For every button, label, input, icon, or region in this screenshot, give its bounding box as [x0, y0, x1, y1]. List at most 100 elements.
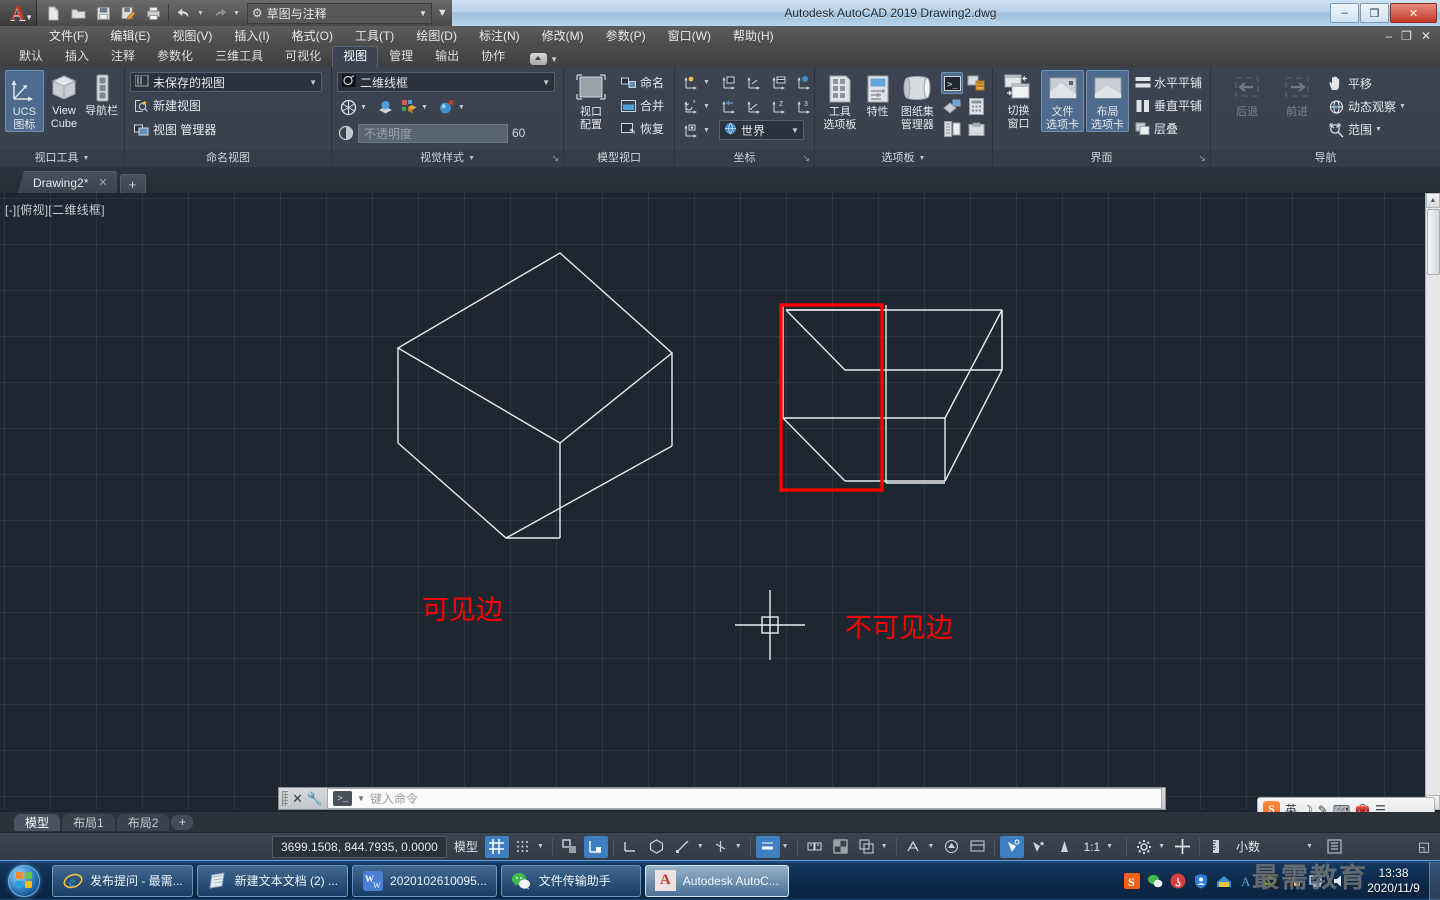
tab-annotate[interactable]: 注释 — [100, 46, 146, 67]
ucs-origin-button[interactable]: ▼ — [680, 120, 716, 141]
named-view-combo[interactable]: 未保存的视图 ▼ — [130, 72, 322, 92]
chevron-down-icon[interactable]: ▼ — [881, 843, 891, 850]
chevron-down-icon[interactable]: ▼ — [83, 150, 90, 167]
vertical-scrollbar[interactable]: ▲ ▼ — [1425, 193, 1440, 810]
command-input[interactable]: >_ ▼ 键入命令 — [327, 788, 1162, 809]
doc-restore-button[interactable]: ❐ — [1401, 29, 1412, 43]
annotation-visibility-toggle[interactable] — [803, 836, 827, 858]
chevron-down-icon[interactable]: ▼ — [360, 104, 370, 111]
lineweight-toggle[interactable] — [755, 835, 780, 858]
units-selector[interactable]: 小数 ▼ — [1231, 836, 1321, 858]
chevron-down-icon[interactable]: ▼ — [357, 794, 365, 803]
menu-draw[interactable]: 绘图(D) — [405, 26, 468, 46]
security-shield-icon[interactable] — [1192, 872, 1209, 889]
dialog-launcher-icon[interactable]: ↘ — [1198, 150, 1206, 167]
coordinate-display[interactable]: 3699.1508, 844.7935, 0.0000 — [272, 835, 447, 858]
opacity-slider[interactable]: 不透明度 — [358, 123, 508, 143]
menu-view[interactable]: 视图(V) — [161, 26, 223, 46]
undo-icon[interactable] — [172, 2, 196, 24]
show-desktop-button[interactable] — [1429, 861, 1440, 900]
save-icon[interactable] — [91, 2, 115, 24]
file-tab-drawing2[interactable]: Drawing2* ✕ — [18, 171, 117, 193]
taskbar-item-autocad[interactable]: A Autodesk AutoC... — [644, 864, 789, 897]
undo-dropdown-icon[interactable]: ▼ — [197, 10, 207, 17]
tab-default[interactable]: 默认 — [8, 46, 54, 67]
taskbar-item-notepad[interactable]: 新建文本文档 (2) ... — [196, 864, 349, 897]
customization-icon[interactable] — [1323, 836, 1347, 858]
menu-tools[interactable]: 工具(T) — [344, 26, 405, 46]
annotation-person-toggle[interactable] — [1052, 836, 1076, 858]
join-viewports-button[interactable]: 合并 — [617, 95, 667, 116]
annotation-star-toggle[interactable] — [1026, 836, 1050, 858]
menu-edit[interactable]: 编辑(E) — [99, 26, 161, 46]
tab-insert[interactable]: 插入 — [54, 46, 100, 67]
chevron-down-icon[interactable]: ▼ — [1158, 843, 1168, 850]
netease-music-icon[interactable] — [1169, 872, 1186, 889]
autodesk-icon[interactable]: A — [1238, 872, 1255, 889]
restore-button[interactable]: ❐ — [1360, 3, 1389, 23]
tile-vertically-button[interactable]: 垂直平铺 — [1131, 95, 1205, 116]
object-snap-toggle[interactable] — [619, 836, 643, 858]
tile-horizontally-button[interactable]: 水平平铺 — [1131, 72, 1205, 93]
layout-tabs-button[interactable]: 布局 选项卡 — [1086, 70, 1129, 132]
menu-help[interactable]: 帮助(H) — [722, 26, 785, 46]
layout-tab-layout2[interactable]: 布局2 — [116, 813, 170, 831]
file-tabs-button[interactable]: 文件 选项卡 — [1041, 70, 1084, 132]
maximize-viewport-icon[interactable]: ◱ — [1412, 836, 1436, 858]
scroll-up-icon[interactable]: ▲ — [1426, 193, 1440, 208]
start-button[interactable] — [0, 862, 48, 900]
menu-parametric[interactable]: 参数(P) — [595, 26, 657, 46]
workspace-switch-toggle[interactable] — [965, 836, 989, 858]
calculator-button[interactable] — [965, 95, 987, 117]
grid-toggle[interactable] — [484, 835, 509, 858]
menu-insert[interactable]: 插入(I) — [223, 26, 280, 46]
new-layout-button[interactable]: + — [171, 814, 194, 830]
dialog-launcher-icon[interactable]: ↘ — [802, 150, 810, 167]
wechat-tray-icon[interactable] — [1146, 872, 1163, 889]
annotation-monitor-toggle[interactable] — [1000, 835, 1025, 858]
nvidia-icon[interactable] — [1261, 872, 1278, 889]
chevron-down-icon[interactable]: ▼ — [919, 150, 926, 167]
ucs-x-rotate-button[interactable]: x ▼ — [680, 96, 716, 117]
menu-dimension[interactable]: 标注(N) — [468, 26, 531, 46]
xray-mode-button[interactable]: ▼ — [337, 97, 373, 118]
redo-icon[interactable] — [208, 2, 232, 24]
application-menu-button[interactable]: A ▼ — [0, 0, 36, 26]
add-workspace-icon[interactable] — [1170, 836, 1194, 858]
chevron-down-icon[interactable]: ▼ — [782, 843, 792, 850]
chevron-down-icon[interactable]: ▼ — [703, 103, 713, 110]
ortho-toggle[interactable] — [558, 836, 582, 858]
viewcube-button[interactable]: View Cube — [45, 70, 84, 130]
tab-visualize[interactable]: 可视化 — [274, 46, 332, 67]
osnap-settings-toggle[interactable] — [671, 836, 695, 858]
annotation-scale-toggle[interactable] — [902, 836, 926, 858]
workspace-selector[interactable]: ⚙ 草图与注释 ▼ — [246, 2, 432, 24]
ucs-apply-button[interactable] — [743, 96, 766, 117]
ucs-z-axis-button[interactable]: Z — [768, 96, 791, 117]
sogou-icon[interactable]: S — [1123, 872, 1140, 889]
ucs-icon-button[interactable]: UCS 图标 — [5, 70, 44, 132]
orbit-button[interactable]: 动态观察 ▼ — [1325, 96, 1412, 117]
properties-palette-button[interactable]: 特性 — [862, 71, 894, 118]
doc-close-button[interactable]: ✕ — [1421, 29, 1431, 43]
ucs-world-globe-button[interactable] — [793, 72, 816, 93]
command-line-button[interactable]: >_ — [941, 72, 963, 94]
qq-icon[interactable] — [1284, 872, 1301, 889]
redo-dropdown-icon[interactable]: ▼ — [233, 10, 243, 17]
drag-handle[interactable] — [282, 791, 288, 806]
taskbar-item-wps[interactable]: WW 2020102610095... — [352, 864, 497, 897]
chevron-down-icon[interactable]: ▼ — [458, 104, 468, 111]
model-space-label[interactable]: 模型 — [449, 838, 483, 855]
ucs-named-manager-button[interactable] — [768, 72, 791, 93]
minimize-button[interactable]: – — [1330, 3, 1359, 23]
zoom-extents-button[interactable]: 范围 ▼ — [1325, 119, 1412, 140]
object-snap-tracking-toggle[interactable] — [709, 836, 733, 858]
polar-tracking-toggle[interactable] — [583, 835, 608, 858]
doc-minimize-button[interactable]: – — [1385, 29, 1392, 43]
scrollbar-thumb[interactable] — [1427, 209, 1440, 275]
switch-windows-button[interactable]: 切换 窗口 — [998, 70, 1039, 130]
close-icon[interactable]: ✕ — [292, 791, 303, 807]
taskbar-clock[interactable]: 13:38 2020/11/9 — [1353, 866, 1429, 896]
ribbon-minimize-control[interactable]: ▼ — [530, 53, 558, 67]
back-button[interactable]: 后退 — [1225, 71, 1269, 118]
